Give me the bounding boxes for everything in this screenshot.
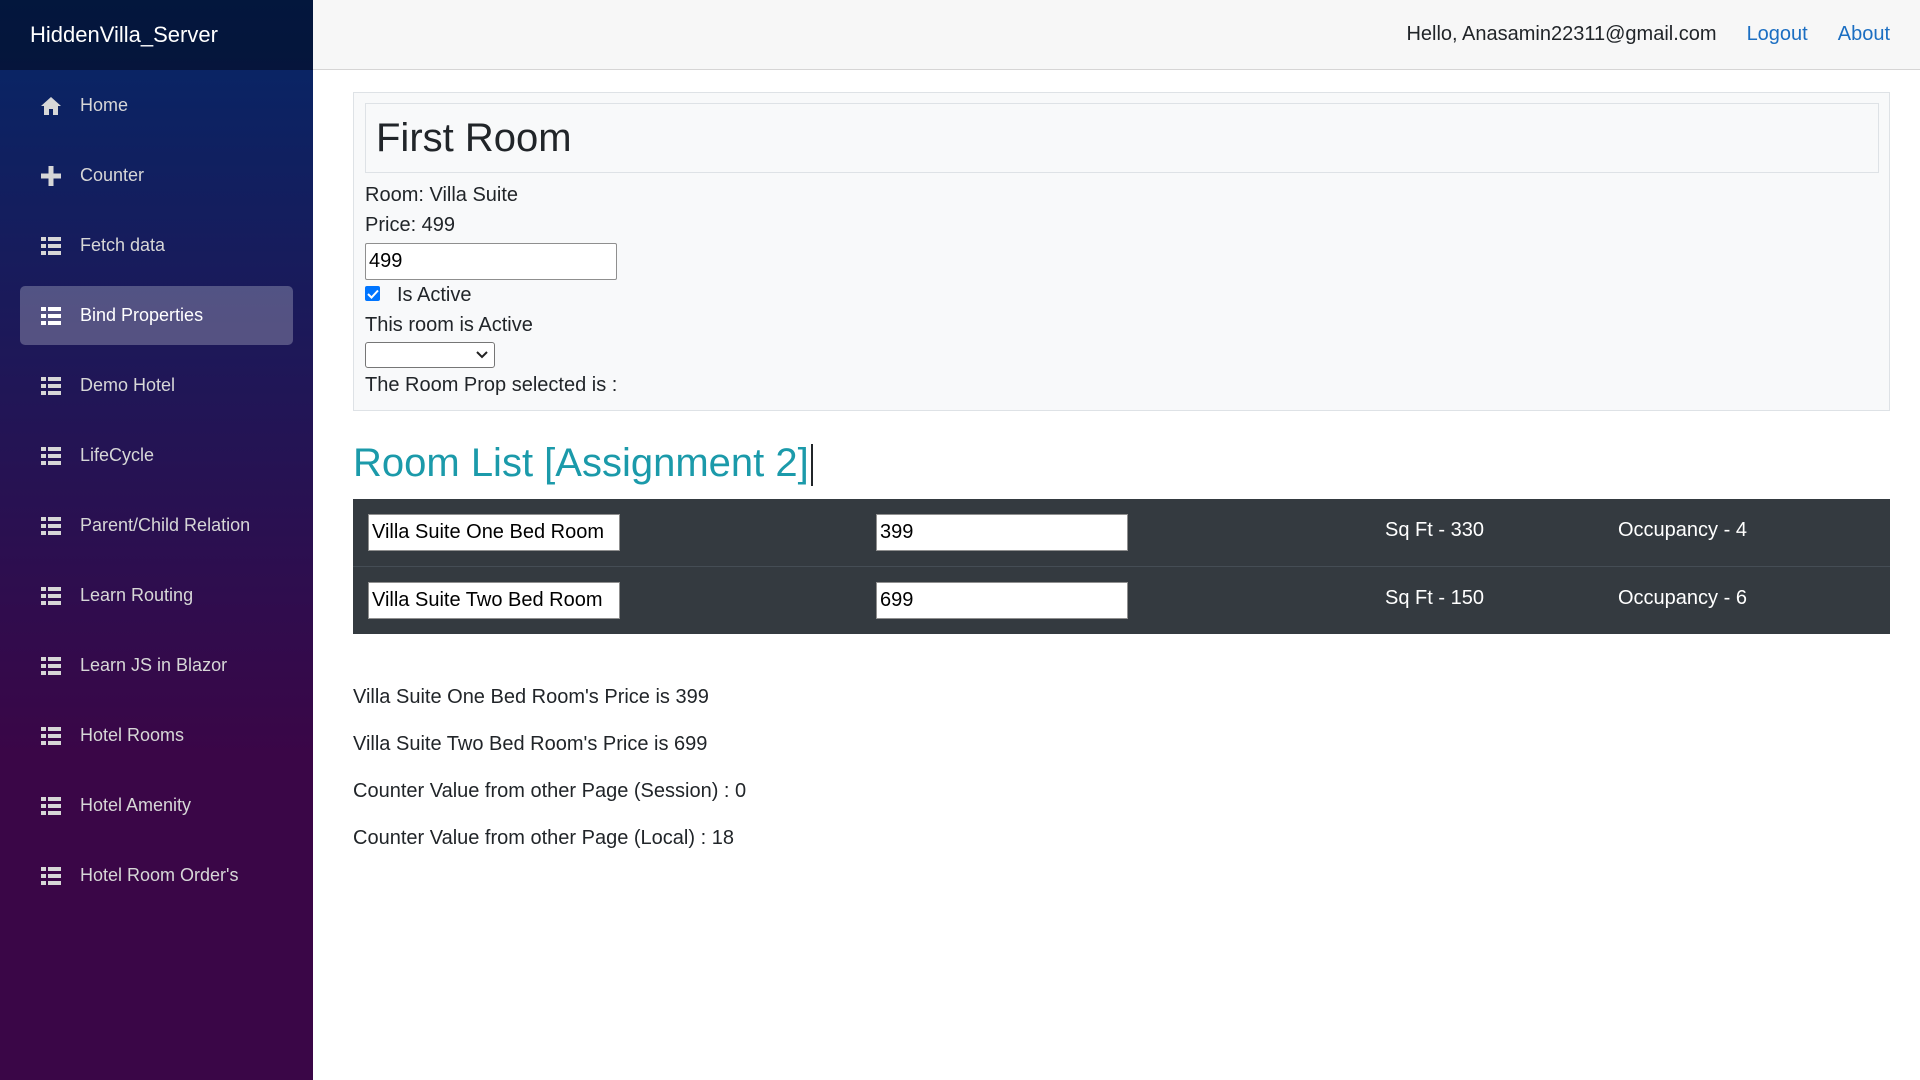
about-link[interactable]: About <box>1838 23 1890 46</box>
plus-icon <box>40 165 62 187</box>
chevron-down-icon <box>476 351 488 359</box>
brand-title[interactable]: HiddenVilla_Server <box>0 0 313 70</box>
room-occupancy: Occupancy - 4 <box>1618 519 1747 541</box>
room-prop-selected-line: The Room Prop selected is : <box>365 374 618 396</box>
room-status-line: This room is Active <box>365 314 533 336</box>
room-occupancy: Occupancy - 6 <box>1618 587 1747 609</box>
sidebar-item-bind-properties[interactable]: Bind Properties <box>20 286 293 345</box>
room-price-summary: Villa Suite Two Bed Room's Price is 699 <box>353 733 708 755</box>
list-icon <box>40 305 62 327</box>
list-icon <box>40 445 62 467</box>
sidebar-item-counter[interactable]: Counter <box>20 146 293 205</box>
room-list-table: Villa Suite One Bed Room 399 Sq Ft - 330… <box>353 499 1890 634</box>
room-name-line: Room: Villa Suite <box>365 184 519 206</box>
list-icon <box>40 515 62 537</box>
sidebar-nav: Home Counter Fetch data Bind Properties … <box>0 70 313 905</box>
sidebar-item-parent-child-relation[interactable]: Parent/Child Relation <box>20 496 293 555</box>
list-icon <box>40 725 62 747</box>
is-active-checkbox[interactable] <box>365 286 380 301</box>
session-counter-value: Counter Value from other Page (Session) … <box>353 780 747 802</box>
sidebar-item-label: Hotel Room Order's <box>80 865 239 885</box>
room-card-title: First Room <box>365 103 1879 173</box>
list-icon <box>40 655 62 677</box>
list-icon <box>40 795 62 817</box>
user-greeting: Hello, Anasamin22311@gmail.com <box>1406 23 1717 45</box>
sidebar-item-home[interactable]: Home <box>20 76 293 135</box>
list-icon <box>40 375 62 397</box>
checkmark-icon <box>366 289 379 299</box>
sidebar-item-label: Demo Hotel <box>80 375 176 395</box>
sidebar-item-label: Fetch data <box>80 235 166 255</box>
sidebar-item-label: Learn JS in Blazor <box>80 655 228 675</box>
sidebar-item-label: Home <box>80 95 129 115</box>
price-input[interactable] <box>365 243 617 280</box>
room-name-input[interactable]: Villa Suite One Bed Room <box>368 514 620 551</box>
sidebar-item-label: Hotel Amenity <box>80 795 192 815</box>
sidebar-item-label: Parent/Child Relation <box>80 515 251 535</box>
room-list-title: Room List [Assignment 2] <box>353 441 813 487</box>
sidebar-item-label: Bind Properties <box>80 305 204 325</box>
home-icon <box>40 95 62 117</box>
room-list-title-text: Room List [Assignment 2] <box>353 441 809 485</box>
room-sqft: Sq Ft - 330 <box>1385 519 1484 541</box>
is-active-label: Is Active <box>397 284 472 306</box>
room-price-line: Price: 499 <box>365 214 456 236</box>
room-name-input[interactable]: Villa Suite Two Bed Room <box>368 582 620 619</box>
sidebar-item-learn-js-in-blazor[interactable]: Learn JS in Blazor <box>20 636 293 695</box>
sidebar-item-label: Counter <box>80 165 145 185</box>
room-sqft: Sq Ft - 150 <box>1385 587 1484 609</box>
sidebar-item-label: Learn Routing <box>80 585 194 605</box>
list-icon <box>40 235 62 257</box>
sidebar-item-demo-hotel[interactable]: Demo Hotel <box>20 356 293 415</box>
sidebar-item-fetch-data[interactable]: Fetch data <box>20 216 293 275</box>
top-bar: Hello, Anasamin22311@gmail.com Logout Ab… <box>313 0 1920 70</box>
sidebar-item-label: LifeCycle <box>80 445 155 465</box>
room-price-input[interactable]: 399 <box>876 514 1128 551</box>
sidebar-item-hotel-amenity[interactable]: Hotel Amenity <box>20 776 293 835</box>
list-icon <box>40 865 62 887</box>
room-price-input[interactable]: 699 <box>876 582 1128 619</box>
table-row: Villa Suite One Bed Room 399 Sq Ft - 330… <box>353 499 1890 567</box>
room-prop-select[interactable] <box>365 342 495 368</box>
sidebar-item-label: Hotel Rooms <box>80 725 185 745</box>
sidebar: HiddenVilla_Server Home Counter Fetch da… <box>0 0 313 1080</box>
sidebar-item-hotel-rooms[interactable]: Hotel Rooms <box>20 706 293 765</box>
list-icon <box>40 585 62 607</box>
room-price-summary: Villa Suite One Bed Room's Price is 399 <box>353 686 709 708</box>
sidebar-item-lifecycle[interactable]: LifeCycle <box>20 426 293 485</box>
table-row: Villa Suite Two Bed Room 699 Sq Ft - 150… <box>353 567 1890 634</box>
local-counter-value: Counter Value from other Page (Local) : … <box>353 827 734 849</box>
room-card: First Room Room: Villa Suite Price: 499 … <box>353 92 1890 411</box>
text-cursor <box>810 444 813 487</box>
sidebar-item-hotel-room-orders[interactable]: Hotel Room Order's <box>20 846 293 905</box>
sidebar-item-learn-routing[interactable]: Learn Routing <box>20 566 293 625</box>
logout-link[interactable]: Logout <box>1747 23 1808 46</box>
